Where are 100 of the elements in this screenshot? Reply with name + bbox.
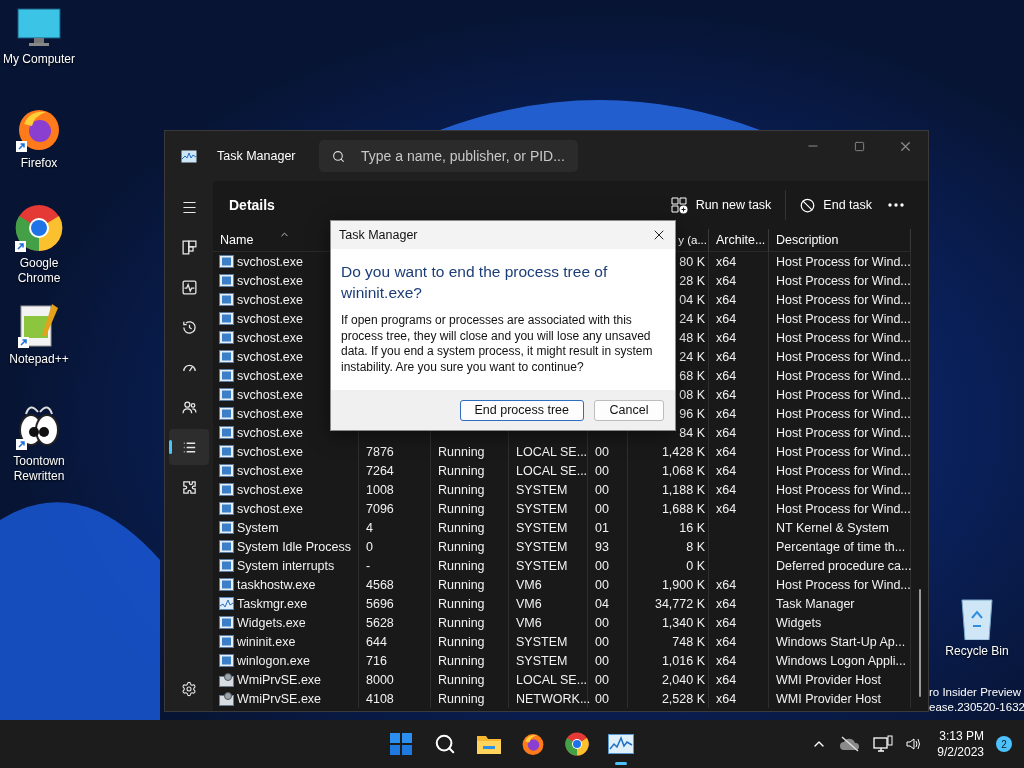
pid-cell: 716	[359, 651, 431, 670]
process-window-icon	[219, 331, 234, 344]
status-cell: Running	[431, 461, 509, 480]
description-cell: Widgets	[769, 613, 911, 632]
description-cell: Host Process for Wind...	[769, 366, 911, 385]
memory-cell: 16 K	[628, 518, 709, 537]
process-name: WmiPrvSE.exe	[237, 672, 322, 687]
desktop-shortcut-icon[interactable]	[17, 8, 61, 48]
desktop-icon-label: Notepad++	[8, 352, 70, 367]
cloud-off-icon[interactable]	[839, 736, 862, 752]
status-cell: Running	[431, 518, 509, 537]
status-cell: Running	[431, 499, 509, 518]
windows-start-icon	[390, 733, 412, 755]
firefox-logo-icon	[521, 732, 545, 756]
process-window-icon	[219, 445, 234, 458]
process-name: wininit.exe	[237, 634, 296, 649]
description-cell: Deferred procedure ca...	[769, 556, 911, 575]
desktop-shortcut-icon[interactable]	[15, 204, 63, 252]
cpu-cell: 00	[588, 480, 628, 499]
build-watermark-text: ro Insider Preview	[929, 685, 1023, 700]
description-cell: Host Process for Wind...	[769, 499, 911, 518]
architecture-cell: x64	[709, 328, 769, 347]
architecture-cell: x64	[709, 347, 769, 366]
user-cell: SYSTEM	[509, 499, 588, 518]
architecture-cell: x64	[709, 290, 769, 309]
desktop-icon-label: Recycle Bin	[944, 644, 1010, 659]
cpu-cell: 00	[588, 670, 628, 689]
gear-window-icon	[219, 691, 234, 706]
user-cell: VM6	[509, 575, 588, 594]
description-cell: Host Process for Wind...	[769, 328, 911, 347]
user-cell: SYSTEM	[509, 537, 588, 556]
description-cell: Host Process for Wind...	[769, 252, 911, 271]
cpu-cell: 00	[588, 689, 628, 708]
architecture-cell: x64	[709, 689, 769, 708]
pid-cell: 4	[359, 518, 431, 537]
status-cell: Running	[431, 556, 509, 575]
status-cell: Running	[431, 594, 509, 613]
memory-cell: 1,428 K	[628, 442, 709, 461]
notification-badge[interactable]: 2	[996, 736, 1012, 752]
nav-tab[interactable]	[169, 429, 209, 465]
user-cell: LOCAL SE...	[509, 461, 588, 480]
end-task-button[interactable]: End task	[792, 191, 880, 219]
status-cell: Running	[431, 632, 509, 651]
cpu-cell: 00	[588, 442, 628, 461]
volume-icon[interactable]	[905, 736, 922, 752]
pid-cell: -	[359, 556, 431, 575]
pid-cell: 4108	[359, 689, 431, 708]
user-cell: SYSTEM	[509, 556, 588, 575]
column-header[interactable]: Description	[769, 229, 911, 252]
column-header[interactable]: Name	[220, 233, 254, 247]
memory-cell: 8 K	[628, 537, 709, 556]
description-cell: NT Kernel & System	[769, 518, 911, 537]
status-cell: Running	[431, 613, 509, 632]
column-header[interactable]: Archite...	[709, 229, 769, 252]
clock-date[interactable]: 9/2/2023	[937, 744, 984, 760]
cpu-cell: 04	[588, 594, 628, 613]
gear-window-icon	[219, 672, 234, 687]
recycle-bin-icon[interactable]	[959, 596, 995, 640]
performance-chart-icon	[219, 597, 234, 610]
process-window-icon	[219, 540, 234, 553]
search-field[interactable]: Type a name, publisher, or PID...	[319, 140, 578, 172]
process-name: svchost.exe	[237, 292, 303, 307]
description-cell: Host Process for Wind...	[769, 442, 911, 461]
dialog-button[interactable]: Cancel	[594, 399, 664, 421]
network-monitor-icon[interactable]	[873, 735, 894, 753]
cpu-cell: 00	[588, 575, 628, 594]
description-cell: Windows Start-Up Ap...	[769, 632, 911, 651]
process-window-icon	[219, 502, 234, 515]
architecture-cell: x64	[709, 271, 769, 290]
run-new-task-button[interactable]: Run new task	[662, 190, 780, 220]
memory-cell: 1,016 K	[628, 651, 709, 670]
architecture-cell: x64	[709, 594, 769, 613]
chrome-logo-icon	[565, 732, 589, 756]
process-name: svchost.exe	[237, 463, 303, 478]
dialog-button[interactable]: End process tree	[459, 399, 584, 421]
process-name: Widgets.exe	[237, 615, 306, 630]
chrome-logo-icon	[15, 204, 63, 252]
scrollbar-thumb[interactable]	[918, 589, 921, 697]
architecture-cell: x64	[709, 461, 769, 480]
process-window-icon	[219, 388, 234, 401]
process-name: winlogon.exe	[237, 653, 310, 668]
clock-time[interactable]: 3:13 PM	[939, 728, 984, 744]
column-header[interactable]: y (a...	[678, 234, 707, 246]
process-name: svchost.exe	[237, 444, 303, 459]
description-cell: Host Process for Wind...	[769, 347, 911, 366]
architecture-cell: x64	[709, 423, 769, 442]
pid-cell: 7096	[359, 499, 431, 518]
pid-cell: 644	[359, 632, 431, 651]
pid-cell: 5628	[359, 613, 431, 632]
process-window-icon	[219, 559, 234, 572]
process-window-icon	[219, 483, 234, 496]
architecture-cell: x64	[709, 385, 769, 404]
process-name: Taskmgr.exe	[237, 596, 308, 611]
process-window-icon	[219, 426, 234, 439]
memory-cell: 1,340 K	[628, 613, 709, 632]
memory-cell: 34,772 K	[628, 594, 709, 613]
status-cell: Running	[431, 689, 509, 708]
services-puzzle-icon	[180, 478, 198, 496]
status-cell: Running	[431, 537, 509, 556]
history-clock-icon	[180, 318, 198, 336]
